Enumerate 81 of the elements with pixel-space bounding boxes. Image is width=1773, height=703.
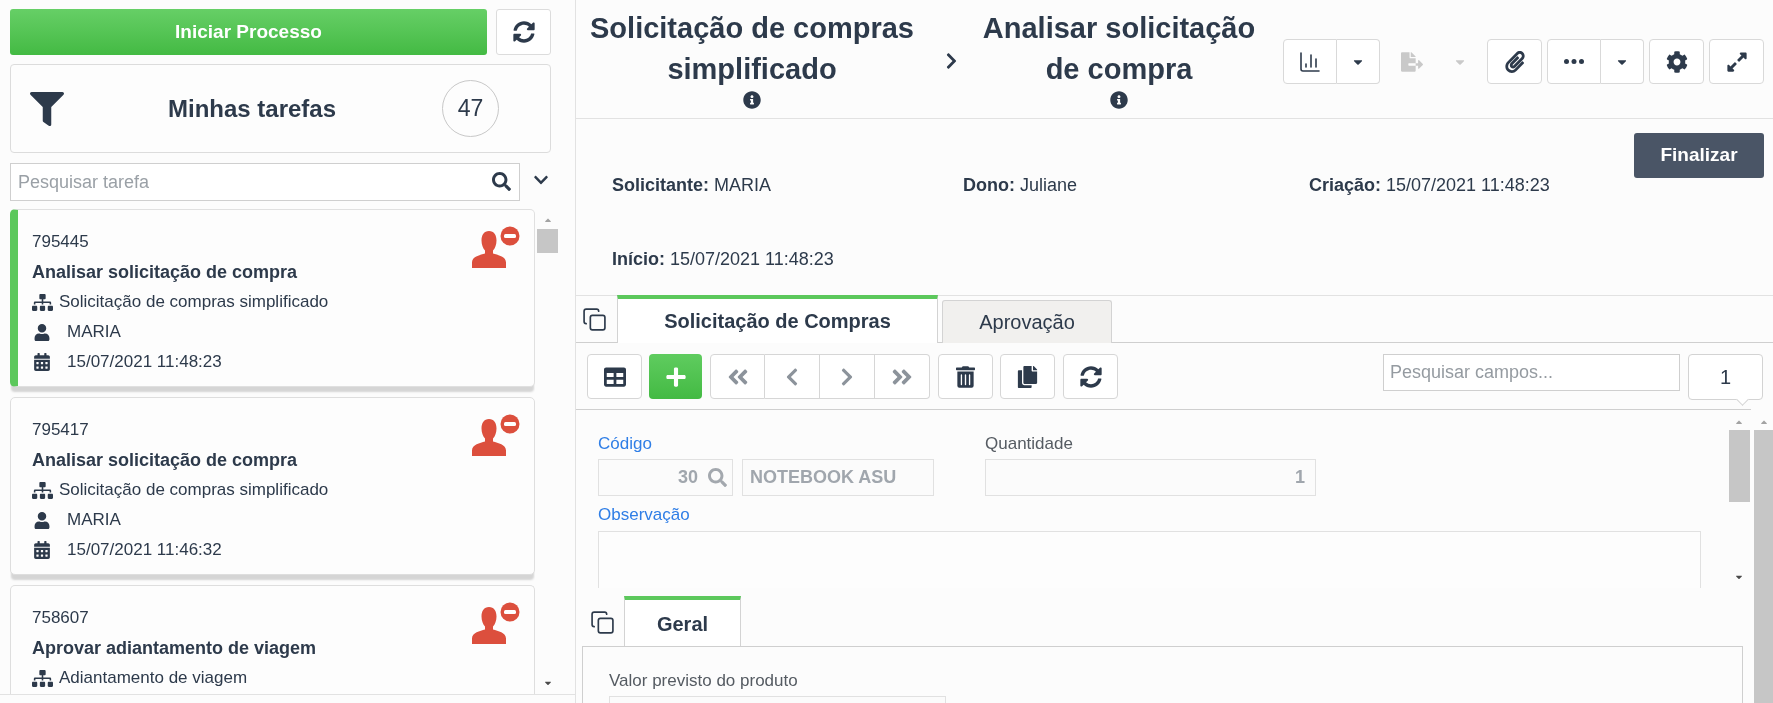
field-label: Observação [598,505,690,525]
duplicate-button[interactable] [1000,354,1055,399]
refresh-icon [512,21,535,43]
task-title: Analisar solicitação de compra [32,261,298,284]
process-title: Solicitação de compras simplificado [589,11,915,87]
refresh-button[interactable] [1063,354,1118,399]
info-icon[interactable] [1110,91,1128,109]
field-search-input[interactable]: Pesquisar campos... [1383,354,1680,391]
task-card[interactable]: 795417 Analisar solicitação de compra Solicitação de compras simplificado MARIA 15/07/2021 11:46:32 [10,397,535,575]
copy-icon[interactable] [582,307,607,332]
toolbar-button[interactable] [1709,39,1764,84]
refresh-button[interactable] [496,9,551,55]
calendar-icon [32,541,52,559]
field-label: Código [598,434,652,454]
user-icon [32,323,52,341]
toolbar-button[interactable] [1649,39,1704,84]
task-title: Aprovar adiantamento de viagem [32,637,317,660]
task-process: Solicitação de compras simplificado [59,291,329,313]
paperclip-icon [1503,50,1526,73]
first-record-button[interactable] [710,354,765,399]
file-arrow-icon [1401,50,1423,73]
calendar-icon [32,353,52,371]
task-process: Solicitação de compras simplificado [59,479,329,501]
task-date: 15/07/2021 11:46:32 [67,539,222,561]
value-input[interactable] [609,696,946,703]
info-icon[interactable] [743,91,761,109]
detail-field: Criação: 15/07/2021 11:48:23 [1309,175,1550,196]
sitemap-icon [32,479,53,501]
task-id: 795417 [32,419,89,441]
scrollbar-thumb[interactable] [537,229,558,253]
user-icon [32,511,52,529]
field-label: Valor previsto do produto [609,671,798,691]
user-remove-icon [472,602,520,644]
search-field[interactable]: Pesquisar tarefa [10,163,520,201]
task-card[interactable]: 758607 Aprovar adiantamento de viagem Adiantamento de viagem [10,585,535,694]
next-record-button[interactable] [820,354,875,399]
scrollbar-thumb[interactable] [1728,430,1750,502]
tab[interactable]: Solicitação de Compras [617,295,938,343]
delete-button[interactable] [938,354,993,399]
copy-icon[interactable] [590,610,615,635]
detail-field: Solicitante: MARIA [612,175,963,196]
detail-field: Início: 15/07/2021 11:48:23 [612,249,963,270]
user-remove-icon [472,414,520,456]
record-counter: 1 [1688,354,1763,406]
task-card[interactable]: 795445 Analisar solicitação de compra Solicitação de compras simplificado MARIA 15/07/2021 11:48:23 [10,209,535,387]
tab[interactable]: Geral [624,596,741,647]
copy-icon [1017,365,1038,388]
refresh-icon [1079,365,1102,388]
more-icon [1564,59,1584,64]
plus-icon [664,365,687,388]
task-id: 758607 [32,607,89,629]
expand-icon [1725,50,1748,73]
last-record-button[interactable] [875,354,930,399]
detail-field: Dono: Juliane [963,175,1309,196]
task-id: 795445 [32,231,89,253]
task-user: MARIA [67,509,121,531]
code-value: 30 [677,466,698,489]
task-process: Adiantamento de viagem [59,667,248,689]
toolbar-button[interactable] [1283,39,1337,84]
toolbar-button[interactable] [1487,39,1542,84]
toolbar-button[interactable] [1547,39,1601,84]
trash-icon [956,365,975,388]
sitemap-icon [32,291,53,313]
sitemap-icon [32,667,53,689]
task-date: 15/07/2021 11:48:23 [67,351,222,373]
previous-record-button[interactable] [765,354,820,399]
finish-button[interactable]: Finalizar [1634,133,1764,178]
field-label: Quantidade [985,434,1073,454]
table-icon [603,365,626,388]
bar-chart-icon [1298,49,1322,74]
table-view-button[interactable] [587,354,642,399]
search-icon[interactable] [492,172,511,191]
task-user: MARIA [67,321,121,343]
scrollbar-thumb[interactable] [1754,430,1773,703]
user-remove-icon [472,226,520,268]
settings-icon [1665,50,1688,73]
activity-title: Analisar solicitação de compra [981,11,1257,87]
chevron-right-icon [944,52,958,70]
filter-title: Minhas tarefas [168,93,337,124]
tab[interactable]: Aprovação [942,300,1112,343]
task-title: Analisar solicitação de compra [32,449,298,472]
